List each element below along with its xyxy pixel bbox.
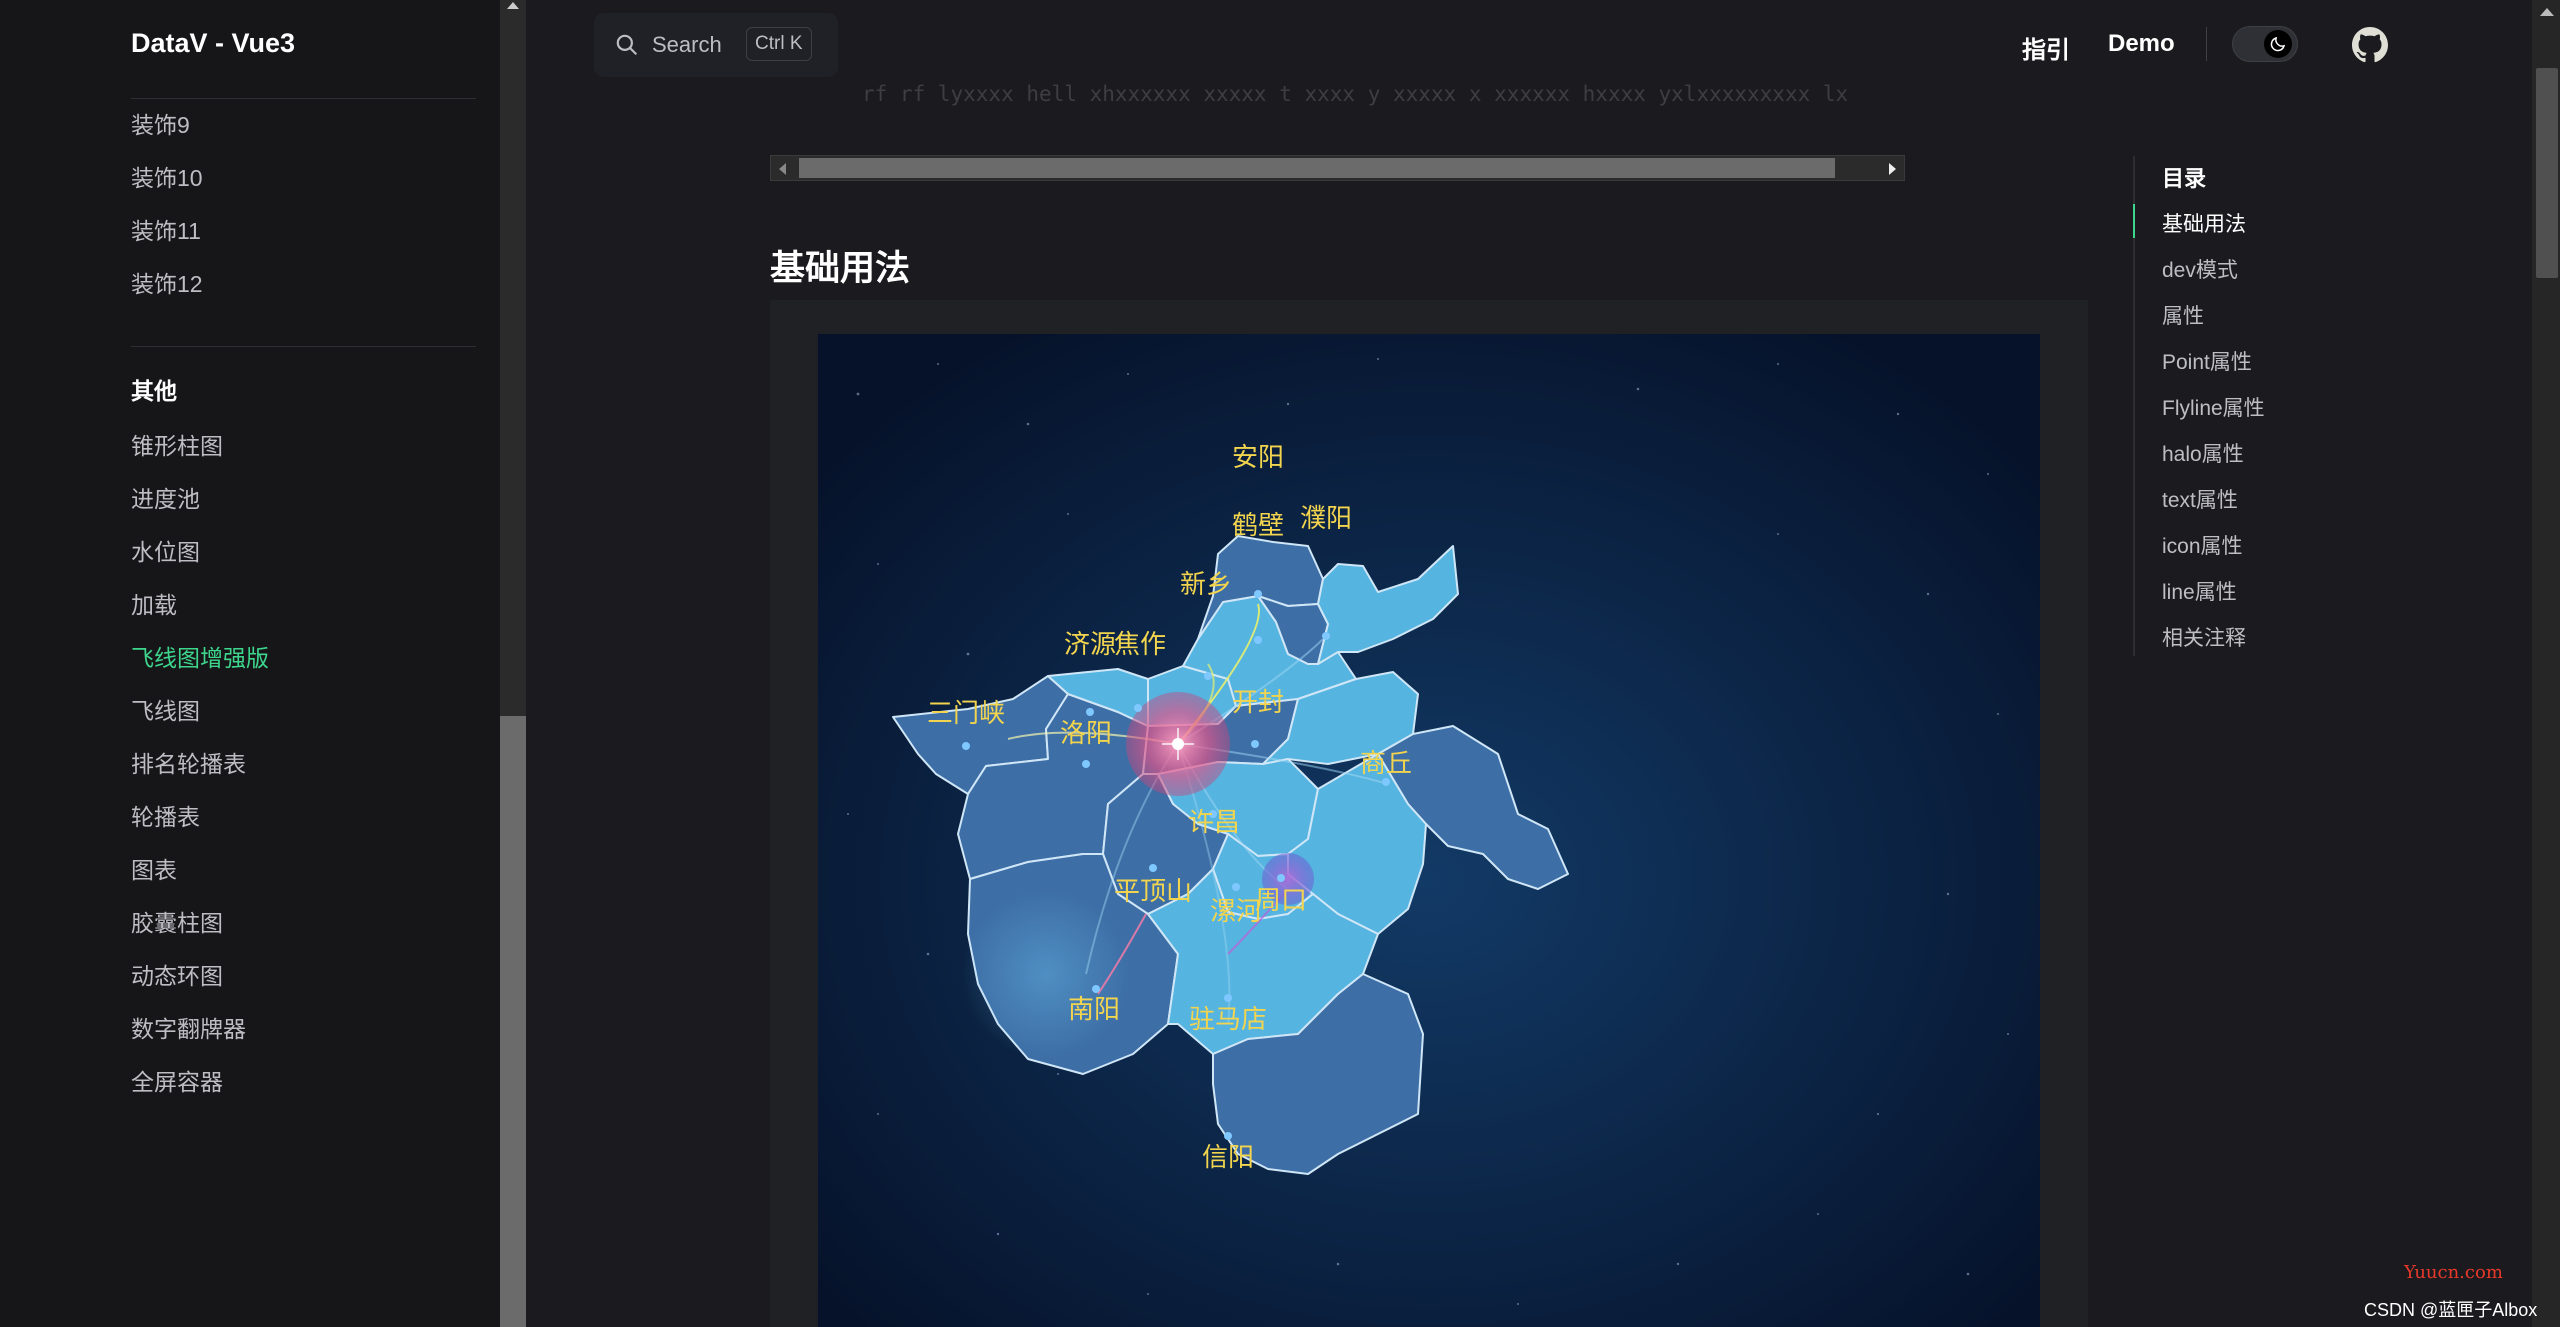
sidebar-item-active-ring[interactable]: 动态环图 (131, 957, 223, 991)
sidebar-item-decoration9[interactable]: 装饰9 (131, 106, 190, 140)
sidebar-item-digital-flop[interactable]: 数字翻牌器 (131, 1010, 246, 1044)
search-label: Search (652, 32, 722, 57)
outline-item-point-props[interactable]: Point属性 (2162, 346, 2252, 376)
sidebar-item-full-screen[interactable]: 全屏容器 (131, 1063, 223, 1097)
scroll-up-arrow-icon[interactable] (2540, 8, 2554, 16)
watermark-author: CSDN @蓝匣子Albox (2364, 1300, 2538, 1320)
sidebar-item-capsule-chart[interactable]: 胶囊柱图 (131, 904, 223, 938)
outline-item-dev-mode[interactable]: dev模式 (2162, 254, 2238, 284)
city-label: 安阳 (1232, 443, 1284, 473)
city-label: 焦作 (1114, 630, 1166, 660)
code-scrollbar-thumb[interactable] (799, 158, 1835, 178)
sidebar-item-decoration10[interactable]: 装饰10 (131, 159, 203, 193)
city-label: 周口 (1255, 886, 1307, 916)
moon-icon (2264, 30, 2292, 58)
city-label: 开封 (1232, 688, 1284, 718)
glow-nanyang (961, 889, 1131, 1059)
scroll-right-arrow-icon[interactable] (1889, 163, 1896, 175)
outline-item-line-props[interactable]: line属性 (2162, 576, 2237, 606)
sidebar-item-ranking-board[interactable]: 排名轮播表 (131, 745, 246, 779)
search-shortcut: Ctrl K (746, 27, 812, 61)
sidebar: DataV - Vue3 装饰9 装饰10 装饰11 装饰12 其他 锥形柱图 … (0, 0, 500, 1327)
page-scrollbar-thumb[interactable] (2536, 68, 2558, 278)
outline-item-halo-props[interactable]: halo属性 (2162, 438, 2244, 468)
sidebar-item-scroll-board[interactable]: 轮播表 (131, 798, 200, 832)
outline-item-text-props[interactable]: text属性 (2162, 484, 2238, 514)
sidebar-divider (131, 346, 476, 347)
search-icon (616, 34, 637, 55)
outline-item-notes[interactable]: 相关注释 (2162, 622, 2246, 652)
city-label: 驻马店 (1189, 1005, 1267, 1035)
city-label: 信阳 (1202, 1143, 1254, 1173)
search-button[interactable]: Search Ctrl K (594, 13, 838, 77)
nav-guide-link[interactable]: 指引 (2022, 30, 2070, 65)
nav-demo-link[interactable]: Demo (2108, 30, 2175, 58)
city-label: 新乡 (1180, 570, 1232, 600)
dark-mode-toggle[interactable] (2232, 26, 2298, 62)
code-horizontal-scrollbar[interactable] (770, 155, 1905, 181)
sidebar-divider (131, 98, 476, 99)
city-label: 济源 (1064, 630, 1116, 660)
outline-item-flyline-props[interactable]: Flyline属性 (2162, 392, 2265, 422)
city-label: 鹤壁 (1232, 511, 1284, 541)
henan-map-svg: 安阳 鹤壁 濮阳 新乡 济源 焦作 三门峡 洛阳 开封 商丘 许昌 平顶山 漯河… (818, 334, 2040, 1327)
sidebar-item-percent-pond[interactable]: 进度池 (131, 480, 200, 514)
sidebar-item-decoration12[interactable]: 装饰12 (131, 265, 203, 299)
nav-divider (2206, 27, 2207, 61)
sidebar-item-charts[interactable]: 图表 (131, 851, 177, 885)
scroll-left-arrow-icon[interactable] (779, 163, 786, 175)
scroll-up-arrow-icon[interactable] (507, 2, 519, 9)
site-title[interactable]: DataV - Vue3 (131, 28, 295, 59)
sidebar-scrollbar-thumb[interactable] (500, 716, 526, 1327)
city-label: 三门峡 (927, 699, 1005, 729)
outline-item-props[interactable]: 属性 (2162, 300, 2204, 330)
city-label: 濮阳 (1300, 504, 1352, 534)
city-label: 商丘 (1360, 749, 1412, 779)
sidebar-item-flyline[interactable]: 飞线图 (131, 692, 200, 726)
watermark-site: Yuucn.com (2404, 1262, 2503, 1283)
outline-active-marker (2133, 204, 2135, 238)
sidebar-item-decoration11[interactable]: 装饰11 (131, 212, 201, 246)
code-line: rf rf lyxxxx hell xhxxxxxx xxxxx t xxxx … (862, 82, 1849, 106)
outline-item-icon-props[interactable]: icon属性 (2162, 530, 2243, 560)
flyline-map: 安阳 鹤壁 濮阳 新乡 济源 焦作 三门峡 洛阳 开封 商丘 许昌 平顶山 漯河… (818, 334, 2040, 1327)
sidebar-item-flyline-enhanced[interactable]: 飞线图增强版 (131, 639, 269, 673)
city-label: 南阳 (1068, 995, 1120, 1025)
sidebar-item-water-level[interactable]: 水位图 (131, 533, 200, 567)
city-label: 许昌 (1188, 808, 1240, 838)
github-icon[interactable] (2352, 27, 2388, 63)
outline-title: 目录 (2162, 166, 2207, 191)
section-title: 基础用法 (770, 249, 911, 288)
sidebar-group-title: 其他 (131, 378, 177, 404)
city-label: 平顶山 (1114, 877, 1192, 907)
outline-item-basic-usage[interactable]: 基础用法 (2162, 208, 2246, 238)
sidebar-item-loading[interactable]: 加载 (131, 586, 177, 620)
sidebar-item-cone-chart[interactable]: 锥形柱图 (131, 427, 223, 461)
city-label: 洛阳 (1060, 719, 1112, 749)
